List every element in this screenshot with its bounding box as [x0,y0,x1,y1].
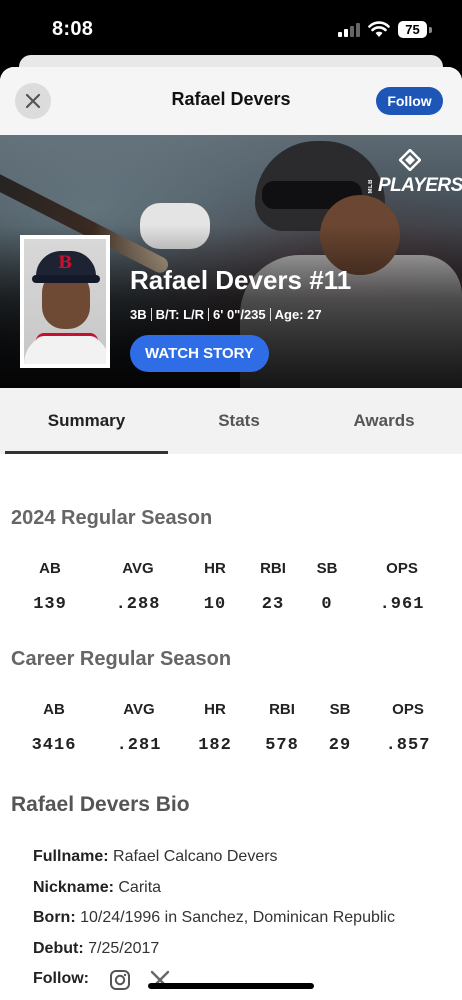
player-position: 3B [130,307,147,322]
stat-header: HR [204,701,226,718]
bio-label: Nickname: [33,879,114,896]
mlbpa-diamond-icon [399,149,421,171]
stat-header: HR [204,560,226,577]
cellular-signal-icon [338,23,362,37]
stat-header: AB [39,560,61,577]
stat-value: 23 [261,595,285,614]
bio-label: Follow: [33,970,89,987]
bio-nickname: Nickname: Carita [33,879,161,897]
stat-value: 139 [33,595,67,614]
career-stats-values: 3416 .281 182 578 29 .857 [0,736,462,756]
stat-value: .288 [115,595,161,614]
season-stats-values: 139 .288 10 23 0 .961 [0,595,462,615]
stat-value: .281 [116,736,162,755]
active-tab-indicator [5,451,168,454]
stat-value: 182 [198,736,232,755]
stat-value: .857 [385,736,431,755]
stat-value: .961 [379,595,425,614]
stat-value: 10 [203,595,227,614]
sheet-header: Rafael Devers Follow [0,67,462,135]
stat-value: 0 [321,595,333,614]
stat-header: RBI [260,560,286,577]
battery-tip [429,27,432,33]
stat-header: AVG [123,701,155,718]
stat-value: 29 [328,736,352,755]
player-height-weight: 6' 0"/235 [213,307,266,322]
bio-follow: Follow: [33,970,233,994]
follow-button[interactable]: Follow [376,87,443,115]
player-bats-throws: B/T: L/R [155,307,205,322]
stat-header: SB [329,701,351,718]
mlb-small-text: MLB [368,179,374,194]
stat-header: OPS [392,701,424,718]
status-bar: 8:08 75 [0,0,462,58]
status-time: 8:08 [52,18,94,40]
stat-header: AVG [122,560,154,577]
bio-value: Carita [118,879,162,896]
season-stats-title: 2024 Regular Season [11,507,213,529]
stat-value: 578 [265,736,299,755]
mlb-players-logo: MLB PLAYERS [368,149,462,197]
player-meta: 3B B/T: L/R 6' 0"/235 Age: 27 [130,307,322,322]
career-stats-title: Career Regular Season [11,648,232,670]
players-wordmark: PLAYERS [378,175,462,196]
bio-value: 10/24/1996 in Sanchez, Dominican Republi… [80,909,395,926]
stat-value: 3416 [31,736,77,755]
bio-title: Rafael Devers Bio [11,793,190,816]
stat-header: AB [43,701,65,718]
player-name: Rafael Devers #11 [130,265,352,295]
tab-stats[interactable]: Stats [168,388,310,454]
battery-icon: 75 [398,21,427,38]
season-stats-header: AB AVG HR RBI SB OPS [0,560,462,580]
stat-header: SB [316,560,338,577]
tab-awards[interactable]: Awards [310,388,458,454]
bio-born: Born: 10/24/1996 in Sanchez, Dominican R… [33,909,395,927]
home-indicator [148,983,314,989]
bio-label: Fullname: [33,848,109,865]
bio-debut: Debut: 7/25/2017 [33,940,159,958]
tab-bar: Summary Stats Awards [0,388,462,454]
wifi-icon [368,21,390,37]
player-sheet: Rafael Devers Follow MLB PLAYERS B Rafae… [0,67,462,1000]
red-sox-cap-logo: B [58,253,73,273]
tab-summary[interactable]: Summary [5,388,168,454]
instagram-icon[interactable] [109,969,131,991]
player-hero: MLB PLAYERS B Rafael Devers #11 3B B/T: L… [0,135,462,388]
bio-value: 7/25/2017 [88,940,160,957]
stat-header: OPS [386,560,418,577]
bio-fullname: Fullname: Rafael Calcano Devers [33,848,278,866]
watch-story-button[interactable]: WATCH STORY [130,335,269,372]
bio-value: Rafael Calcano Devers [113,848,278,865]
career-stats-header: AB AVG HR RBI SB OPS [0,701,462,721]
bio-label: Born: [33,909,76,926]
player-headshot: B [20,235,110,368]
stat-header: RBI [269,701,295,718]
player-age: Age: 27 [274,307,322,322]
bio-label: Debut: [33,940,84,957]
